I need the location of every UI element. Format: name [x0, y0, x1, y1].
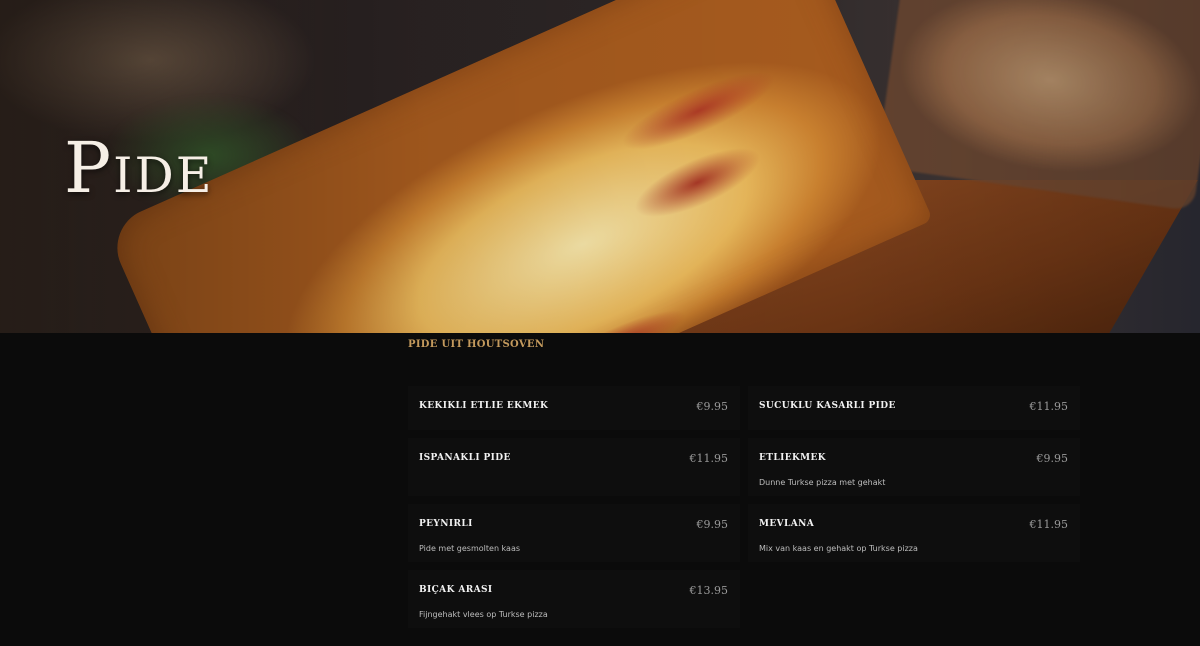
menu-item-name: BIÇAK ARASI	[419, 585, 493, 595]
menu-item-price: €11.95	[1029, 518, 1069, 531]
menu-item: MEVLANA €11.95 Mix van kaas en gehakt op…	[748, 504, 1080, 562]
menu-item: SUCUKLU KASARLI PIDE €11.95	[748, 386, 1080, 430]
menu-item-description: Mix van kaas en gehakt op Turkse pizza	[759, 544, 918, 553]
menu-item-name: ETLIEKMEK	[759, 453, 827, 463]
menu-item-name: ISPANAKLI PIDE	[419, 453, 511, 463]
menu-item: BIÇAK ARASI €13.95 Fijngehakt vlees op T…	[408, 570, 740, 628]
menu-item-name: MEVLANA	[759, 519, 815, 529]
menu-item: ISPANAKLI PIDE €11.95	[408, 438, 740, 496]
menu-item-name: KEKIKLI ETLIE EKMEK	[419, 401, 549, 411]
menu-item-description: Pide met gesmolten kaas	[419, 544, 521, 553]
menu-item-name: PEYNIRLI	[419, 519, 473, 529]
menu-item-description: Dunne Turkse pizza met gehakt	[759, 478, 886, 487]
menu-item-price: €11.95	[1029, 400, 1069, 413]
section-heading: PIDE UIT HOUTSOVEN	[408, 339, 545, 350]
menu-item: ETLIEKMEK €9.95 Dunne Turkse pizza met g…	[748, 438, 1080, 496]
menu-item-price: €13.95	[689, 584, 729, 597]
menu-item-price: €9.95	[696, 518, 729, 531]
menu-item-name: SUCUKLU KASARLI PIDE	[759, 401, 896, 411]
menu-item-price: €9.95	[696, 400, 729, 413]
hero-banner: Pide	[0, 0, 1200, 333]
menu-item: PEYNIRLI €9.95 Pide met gesmolten kaas	[408, 504, 740, 562]
menu-item-price: €9.95	[1036, 452, 1069, 465]
menu-item-description: Fijngehakt vlees op Turkse pizza	[419, 610, 548, 619]
menu-item-price: €11.95	[689, 452, 729, 465]
menu-item: KEKIKLI ETLIE EKMEK €9.95	[408, 386, 740, 430]
menu-list: KEKIKLI ETLIE EKMEK €9.95 SUCUKLU KASARL…	[408, 386, 1080, 636]
page-title: Pide	[64, 127, 214, 209]
